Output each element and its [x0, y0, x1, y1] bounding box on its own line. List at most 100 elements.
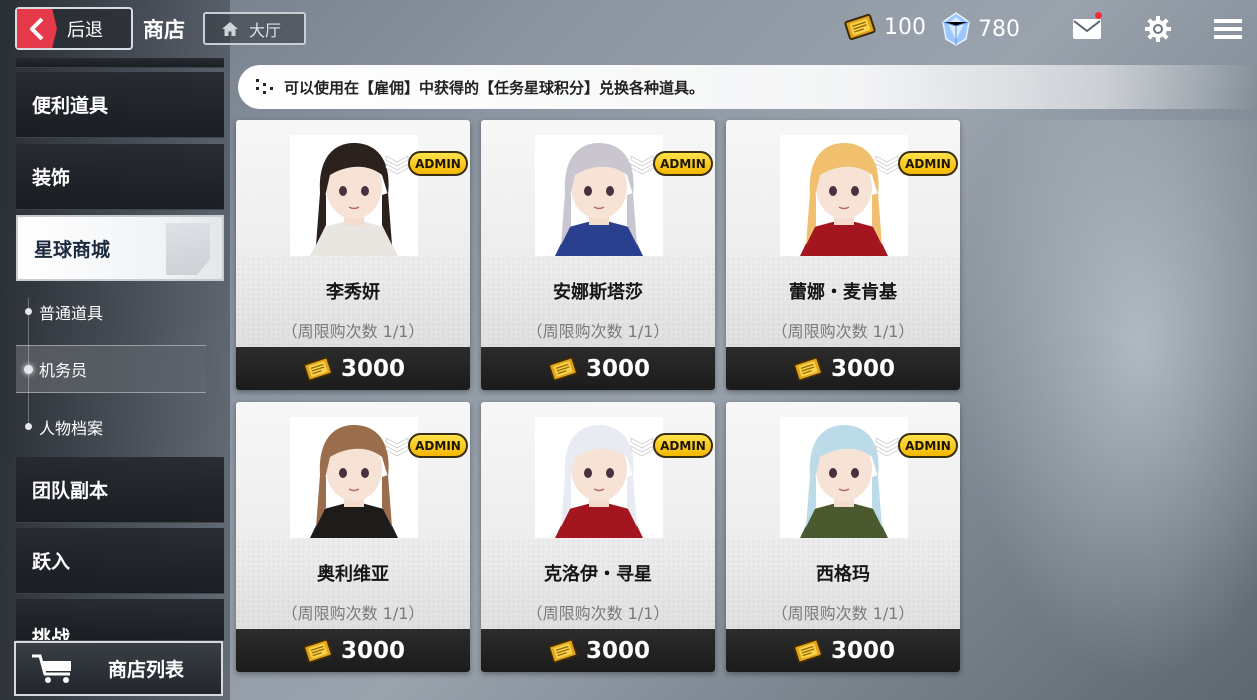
- product-card[interactable]: ADMIN 安娜斯塔莎 （周限购次数 1/1） 3000: [481, 120, 715, 390]
- sidebar-item-planet-shop[interactable]: 星球商城: [16, 215, 224, 281]
- price-value: 3000: [340, 637, 405, 664]
- sub-item-label: 人物档案: [39, 419, 104, 438]
- back-arrow-icon: [17, 9, 57, 48]
- home-icon: [222, 21, 238, 36]
- admin-badge: ADMIN: [898, 433, 958, 458]
- rank-chevron-icon: [385, 155, 409, 175]
- sidebar-item-challenge[interactable]: 挑战: [16, 599, 224, 641]
- product-card[interactable]: ADMIN 李秀妍 （周限购次数 1/1） 3000: [236, 120, 470, 390]
- purchase-limit: （周限购次数 1/1）: [771, 604, 915, 623]
- purchase-limit: （周限购次数 1/1）: [526, 322, 670, 341]
- price-value: 3000: [830, 355, 895, 382]
- rank-chevron-icon: [875, 155, 899, 175]
- gem-amount: 780: [978, 16, 1020, 42]
- sidebar-item-label: 挑战: [32, 627, 71, 641]
- background-glow: [960, 120, 1257, 680]
- gold-currency: 100: [842, 12, 926, 42]
- page-title: 商店: [143, 18, 185, 42]
- price-value: 3000: [585, 355, 650, 382]
- sidebar-item-decoration[interactable]: 装饰: [16, 144, 224, 210]
- product-name: 奥利维亚: [317, 564, 389, 585]
- gem-currency: 780: [940, 12, 1020, 46]
- admin-badge: ADMIN: [408, 151, 468, 176]
- buy-button[interactable]: 3000: [726, 629, 960, 672]
- product-name: 西格玛: [816, 564, 870, 585]
- bullet-dot-icon: [24, 365, 33, 374]
- purchase-limit: （周限购次数 1/1）: [771, 322, 915, 341]
- mail-icon: [1073, 19, 1101, 39]
- shop-list-label: 商店列表: [108, 659, 185, 681]
- sidebar-item-dive[interactable]: 跃入: [16, 528, 224, 594]
- product-card[interactable]: ADMIN 西格玛 （周限购次数 1/1） 3000: [726, 402, 960, 672]
- gold-ticket-icon: [303, 356, 333, 381]
- sidebar-item-label: 装饰: [32, 167, 71, 189]
- purchase-limit: （周限购次数 1/1）: [281, 322, 425, 341]
- sidebar-item-label: 星球商城: [34, 238, 111, 261]
- back-button[interactable]: 后退: [15, 7, 133, 50]
- buy-button[interactable]: 3000: [481, 347, 715, 390]
- sidebar-item-label: 团队副本: [32, 480, 109, 502]
- buy-button[interactable]: 3000: [236, 347, 470, 390]
- tab-decoration-icon: [166, 223, 210, 275]
- rank-chevron-icon: [875, 437, 899, 457]
- gold-ticket-icon: [548, 356, 578, 381]
- product-name: 蕾娜・麦肯基: [789, 282, 897, 303]
- sub-item-label: 普通道具: [39, 304, 104, 323]
- rank-chevron-icon: [630, 437, 654, 457]
- top-bar: 后退 商店 大厅 100 780: [0, 0, 1257, 58]
- gear-icon: [1145, 16, 1171, 42]
- rank-chevron-icon: [385, 437, 409, 457]
- sidebar-item-label: 跃入: [32, 551, 71, 573]
- category-sidebar: 便利道具 装饰 星球商城 普通道具 机务员 人物档案 团队副本 跃入 挑战: [0, 58, 230, 700]
- bullet-dot-icon: [25, 308, 32, 315]
- admin-badge: ADMIN: [408, 433, 468, 458]
- rank-chevron-icon: [630, 155, 654, 175]
- shopping-cart-icon: [32, 654, 71, 683]
- buy-button[interactable]: 3000: [236, 629, 470, 672]
- admin-badge: ADMIN: [898, 151, 958, 176]
- price-value: 3000: [585, 637, 650, 664]
- product-name: 安娜斯塔莎: [553, 282, 643, 303]
- gold-ticket-icon: [303, 638, 333, 663]
- admin-badge: ADMIN: [653, 151, 713, 176]
- gold-amount: 100: [884, 14, 926, 40]
- gold-ticket-icon: [548, 638, 578, 663]
- product-name: 李秀妍: [326, 282, 380, 303]
- purchase-limit: （周限购次数 1/1）: [526, 604, 670, 623]
- product-card[interactable]: ADMIN 克洛伊・寻星 （周限购次数 1/1） 3000: [481, 402, 715, 672]
- price-value: 3000: [340, 355, 405, 382]
- price-value: 3000: [830, 637, 895, 664]
- gold-ticket-icon: [793, 638, 823, 663]
- sub-item-character-files[interactable]: 人物档案: [16, 403, 206, 451]
- purchase-limit: （周限购次数 1/1）: [281, 604, 425, 623]
- main-menu-button[interactable]: [1211, 12, 1245, 46]
- shop-list-button[interactable]: 商店列表: [14, 641, 223, 696]
- product-name: 克洛伊・寻星: [544, 564, 652, 585]
- mail-button[interactable]: [1070, 12, 1104, 46]
- back-label: 后退: [67, 19, 103, 41]
- crystal-gem-icon: [942, 12, 970, 46]
- sparkle-dots-icon: [256, 79, 273, 94]
- buy-button[interactable]: 3000: [481, 629, 715, 672]
- settings-button[interactable]: [1141, 12, 1175, 46]
- buy-button[interactable]: 3000: [726, 347, 960, 390]
- sub-item-normal-items[interactable]: 普通道具: [16, 288, 206, 336]
- product-card[interactable]: ADMIN 奥利维亚 （周限购次数 1/1） 3000: [236, 402, 470, 672]
- sub-item-mechanics[interactable]: 机务员: [16, 345, 206, 393]
- bullet-dot-icon: [25, 423, 32, 430]
- unread-dot: [1095, 12, 1102, 19]
- notice-banner: 可以使用在【雇佣】中获得的【任务星球积分】兑换各种道具。: [238, 65, 1257, 109]
- admin-badge: ADMIN: [653, 433, 713, 458]
- lobby-label: 大厅: [249, 20, 282, 40]
- gold-ticket-icon: [844, 13, 876, 41]
- product-card[interactable]: ADMIN 蕾娜・麦肯基 （周限购次数 1/1） 3000: [726, 120, 960, 390]
- sidebar-item-label: 便利道具: [32, 95, 109, 117]
- notice-text: 可以使用在【雇佣】中获得的【任务星球积分】兑换各种道具。: [284, 78, 705, 97]
- sub-item-label: 机务员: [39, 361, 88, 380]
- gold-ticket-icon: [793, 356, 823, 381]
- sidebar-item-raid[interactable]: 团队副本: [16, 457, 224, 523]
- hamburger-menu-icon: [1214, 19, 1242, 39]
- sidebar-item-convenience[interactable]: 便利道具: [16, 72, 224, 138]
- lobby-button[interactable]: 大厅: [203, 12, 306, 45]
- sidebar-item-partial[interactable]: [16, 58, 224, 68]
